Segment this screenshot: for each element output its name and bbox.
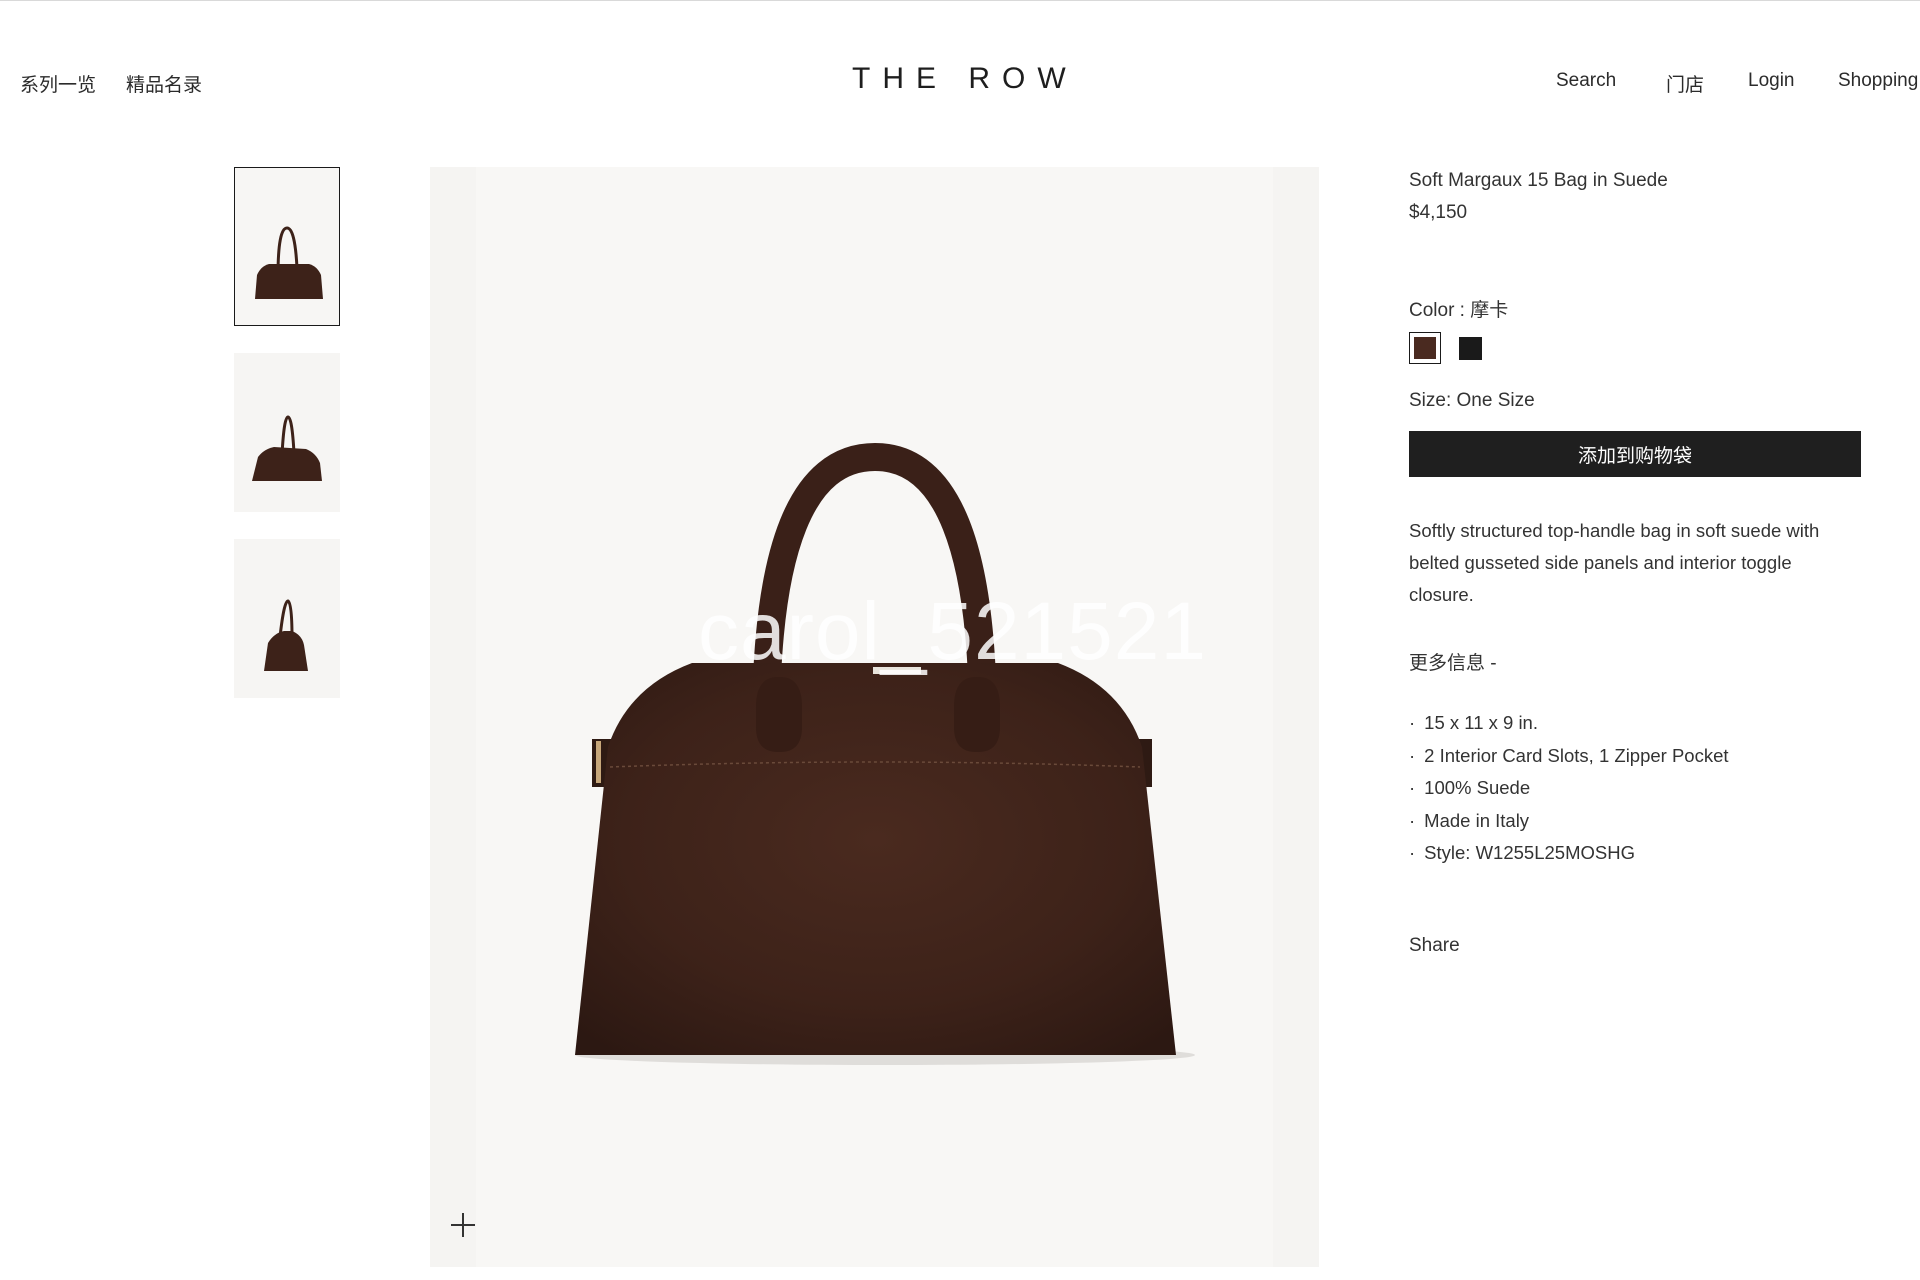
share-link[interactable]: Share [1409, 935, 1460, 957]
product-price: $4,150 [1409, 202, 1468, 223]
primary-nav: 系列一览 精品名录 [20, 70, 202, 97]
stores-link[interactable]: 门店 [1666, 70, 1704, 97]
swatch-fill [1414, 337, 1436, 359]
detail-origin: Made in Italy [1409, 810, 1729, 843]
add-to-bag-button[interactable]: 添加到购物袋 [1409, 431, 1861, 477]
thumbnail-angle[interactable] [234, 353, 340, 512]
login-link[interactable]: Login [1748, 70, 1795, 92]
bag-front-thumb-image [255, 226, 323, 299]
detail-dimensions: 15 x 11 x 9 in. [1409, 712, 1729, 745]
bag-angle-thumb-image [252, 415, 322, 481]
thumbnail-front[interactable] [234, 167, 340, 326]
bag-side-thumb-image [264, 599, 308, 671]
product-details-list: 15 x 11 x 9 in. 2 Interior Card Slots, 1… [1409, 712, 1729, 875]
main-product-image[interactable]: carol_521521 [430, 167, 1319, 1267]
zoom-plus-icon[interactable] [450, 1212, 476, 1238]
shopping-bag-link[interactable]: Shopping [1838, 70, 1918, 92]
search-link[interactable]: Search [1556, 70, 1616, 92]
nav-collections[interactable]: 系列一览 [20, 70, 96, 97]
bag-illustration [575, 442, 1195, 1065]
thumbnail-side[interactable] [234, 539, 340, 698]
detail-style-code: Style: W1255L25MOSHG [1409, 842, 1729, 875]
detail-pockets: 2 Interior Card Slots, 1 Zipper Pocket [1409, 745, 1728, 778]
color-swatch-black[interactable] [1459, 337, 1482, 360]
size-label: Size: One Size [1409, 390, 1535, 411]
product-description: Softly structured top-handle bag in soft… [1409, 520, 1820, 605]
product-title: Soft Margaux 15 Bag in Suede [1409, 170, 1668, 191]
detail-material: 100% Suede [1409, 777, 1729, 810]
more-info-toggle[interactable]: 更多信息 - [1409, 648, 1497, 675]
color-swatch-mocha[interactable] [1409, 332, 1441, 364]
brand-logo[interactable]: THE ROW [852, 62, 1078, 96]
color-label: Color : 摩卡 [1409, 300, 1509, 321]
nav-catalog[interactable]: 精品名录 [126, 70, 202, 97]
site-header: 系列一览 精品名录 THE ROW Search 门店 Login Shoppi… [0, 0, 1920, 130]
